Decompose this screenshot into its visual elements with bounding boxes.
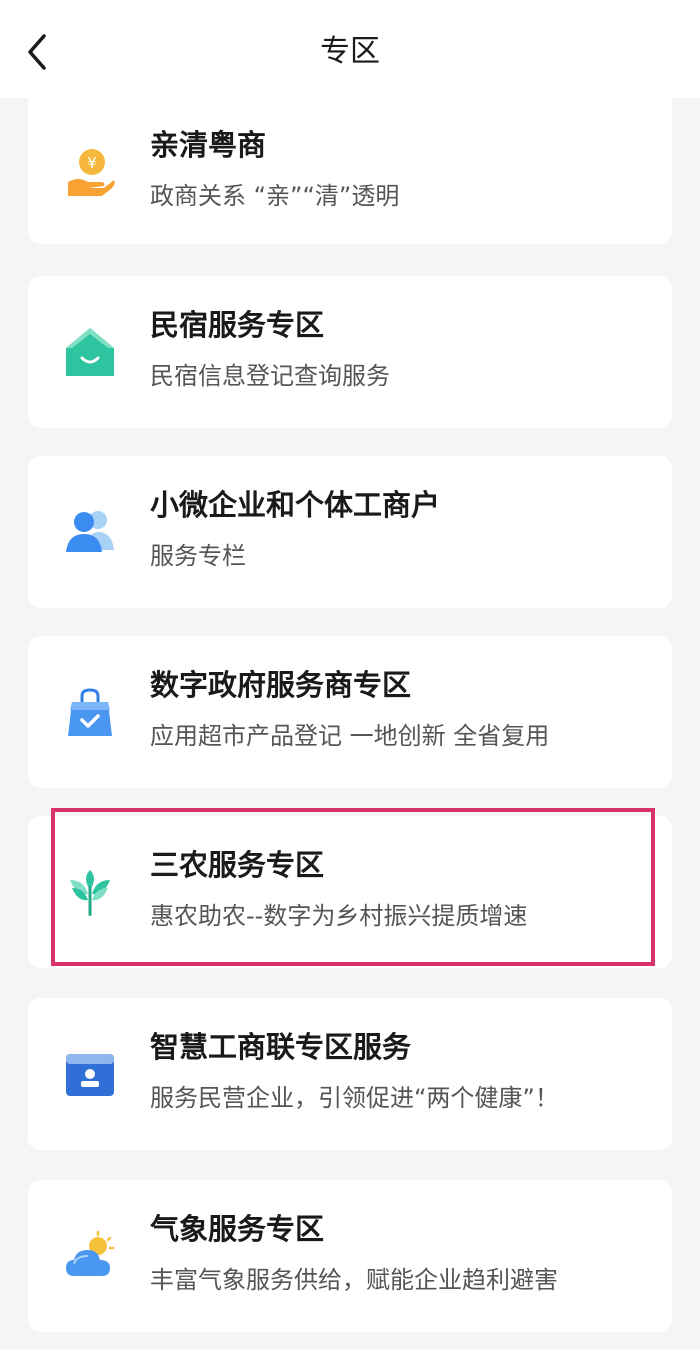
id-folder-icon [64,1048,116,1100]
card-title: 智慧工商联专区服务 [150,1030,412,1064]
sprout-icon [64,866,116,918]
card-title: 亲清粤商 [150,128,267,162]
card-title: 三农服务专区 [150,848,325,882]
card-smart-federation[interactable]: 智慧工商联专区服务 服务民营企业，引领促进“两个健康”！ [28,998,672,1150]
page: 专区 ¥ 亲清粤商 政商关系 “亲”“清”透明 民宿服务专区 民宿信息登记查询服… [0,0,700,1349]
page-title: 专区 [320,34,380,69]
card-title: 小微企业和个体工商户 [150,488,441,522]
top-nav-bar: 专区 [0,0,700,98]
card-subtitle: 惠农助农--数字为乡村振兴提质增速 [150,902,528,930]
users-icon [64,506,116,558]
sun-cloud-icon [64,1230,116,1282]
card-subtitle: 民宿信息登记查询服务 [150,362,390,390]
card-subtitle: 服务民营企业，引领促进“两个健康”！ [150,1084,559,1112]
card-title: 民宿服务专区 [150,308,325,342]
coin-hand-icon: ¥ [64,146,116,198]
card-subtitle: 政商关系 “亲”“清”透明 [150,182,400,210]
house-icon [64,326,116,378]
card-qinqing-yueshang[interactable]: ¥ 亲清粤商 政商关系 “亲”“清”透明 [28,96,672,244]
card-title: 气象服务专区 [150,1212,325,1246]
card-agriculture-service[interactable]: 三农服务专区 惠农助农--数字为乡村振兴提质增速 [28,816,672,968]
card-small-business[interactable]: 小微企业和个体工商户 服务专栏 [28,456,672,608]
svg-text:¥: ¥ [87,154,97,172]
card-subtitle: 丰富气象服务供给，赋能企业趋利避害 [150,1266,558,1294]
card-title: 数字政府服务商专区 [150,668,412,702]
card-subtitle: 服务专栏 [150,542,246,570]
card-homestay-service[interactable]: 民宿服务专区 民宿信息登记查询服务 [28,276,672,428]
card-subtitle: 应用超市产品登记 一地创新 全省复用 [150,722,550,750]
shopping-bag-check-icon [64,686,116,738]
card-digital-gov-provider[interactable]: 数字政府服务商专区 应用超市产品登记 一地创新 全省复用 [28,636,672,788]
card-weather-service[interactable]: 气象服务专区 丰富气象服务供给，赋能企业趋利避害 [28,1180,672,1332]
